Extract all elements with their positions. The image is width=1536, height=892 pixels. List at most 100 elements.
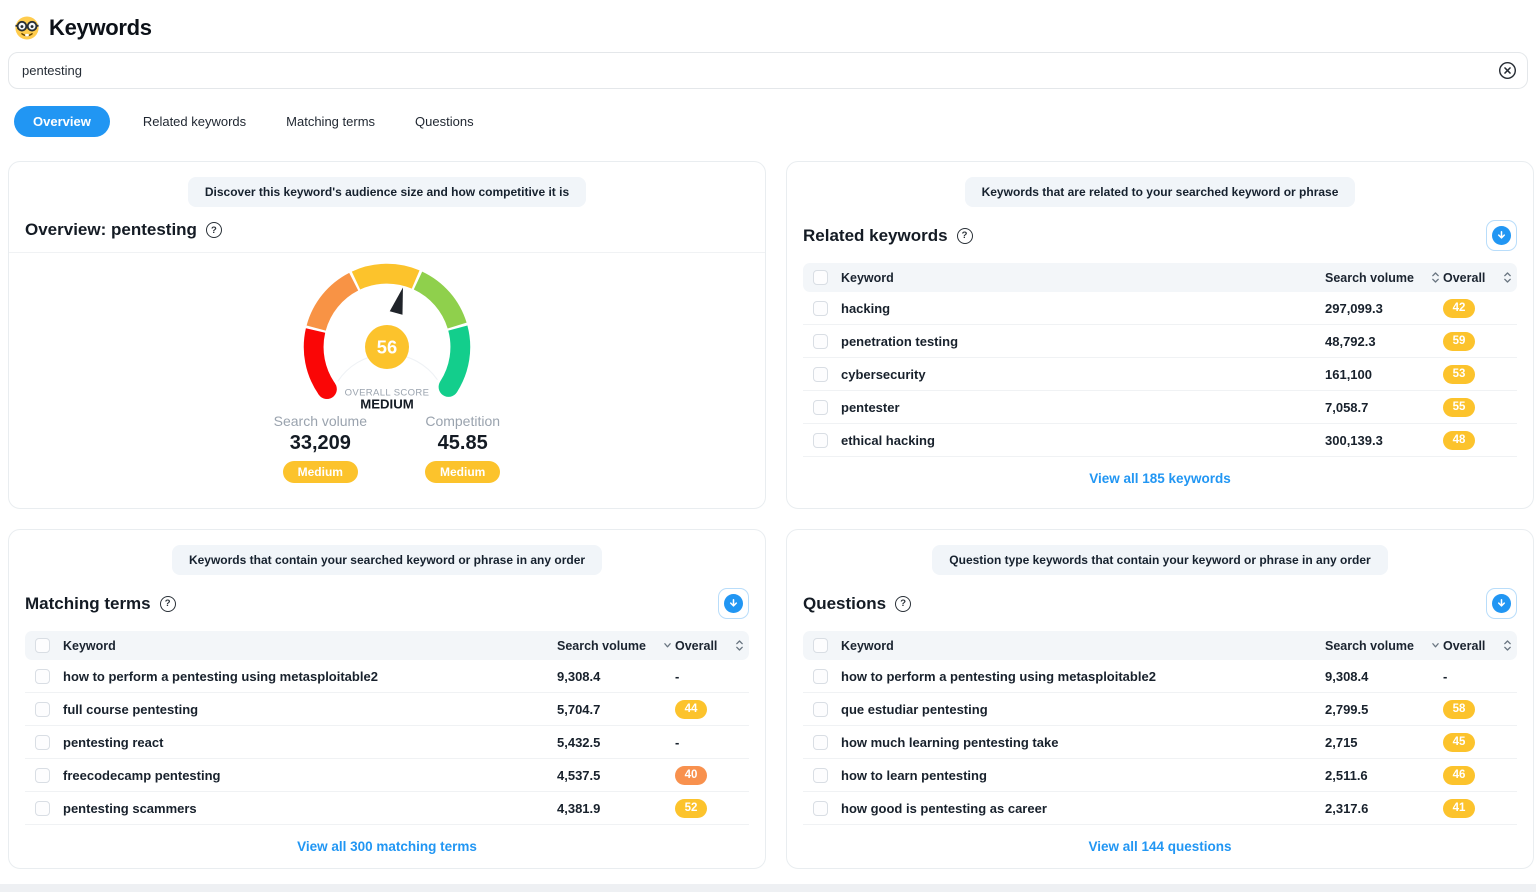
download-button[interactable] <box>1486 220 1517 251</box>
sort-both-icon[interactable] <box>1431 271 1440 284</box>
row-checkbox[interactable] <box>813 367 828 382</box>
clear-search-button[interactable] <box>1498 61 1517 80</box>
download-icon <box>1492 594 1511 613</box>
row-checkbox[interactable] <box>35 768 50 783</box>
sort-desc-icon[interactable] <box>663 642 672 649</box>
search-volume-cell: 5,704.7 <box>557 702 675 717</box>
table-row: how to perform a pentesting using metasp… <box>25 660 749 693</box>
row-checkbox[interactable] <box>35 801 50 816</box>
search-volume-cell: 4,381.9 <box>557 801 675 816</box>
row-checkbox[interactable] <box>35 735 50 750</box>
search-volume-cell: 2,715 <box>1325 735 1443 750</box>
related-keywords-card: Keywords that are related to your search… <box>786 161 1534 509</box>
select-all-checkbox[interactable] <box>813 270 828 285</box>
keyword-cell: full course pentesting <box>63 702 557 717</box>
keyword-cell: how to perform a pentesting using metasp… <box>841 669 1325 684</box>
overview-card-title: Overview: pentesting <box>25 220 197 240</box>
overview-hint: Discover this keyword's audience size an… <box>188 177 586 207</box>
page-title: Keywords <box>49 15 152 41</box>
table-row: pentesting scammers 4,381.9 52 <box>25 792 749 825</box>
column-search-volume: Search volume <box>557 639 646 653</box>
search-volume-cell: 9,308.4 <box>1325 669 1443 684</box>
download-button[interactable] <box>718 588 749 619</box>
metric-value: 45.85 <box>425 432 500 455</box>
table-row: pentesting react 5,432.5 - <box>25 726 749 759</box>
overview-card: Discover this keyword's audience size an… <box>8 161 766 509</box>
gauge-chart: 56 OVERALL SCORE MEDIUM <box>277 259 497 413</box>
search-volume-cell: 4,537.5 <box>557 768 675 783</box>
table-row: freecodecamp pentesting 4,537.5 40 <box>25 759 749 792</box>
table-row: full course pentesting 5,704.7 44 <box>25 693 749 726</box>
column-keyword: Keyword <box>63 639 557 653</box>
row-checkbox[interactable] <box>813 801 828 816</box>
gauge-metrics: Search volume 33,209 Medium Competition … <box>274 413 501 483</box>
search-volume-cell: 2,317.6 <box>1325 801 1443 816</box>
overall-empty: - <box>675 669 679 684</box>
row-checkbox[interactable] <box>813 768 828 783</box>
keyword-cell: freecodecamp pentesting <box>63 768 557 783</box>
tab-related-keywords[interactable]: Related keywords <box>136 106 253 137</box>
help-icon[interactable]: ? <box>160 596 176 612</box>
search-volume-cell: 2,511.6 <box>1325 768 1443 783</box>
tab-questions[interactable]: Questions <box>408 106 481 137</box>
search-volume-cell: 161,100 <box>1325 367 1443 382</box>
row-checkbox[interactable] <box>813 334 828 349</box>
gauge-needle <box>390 286 410 315</box>
search-volume-cell: 48,792.3 <box>1325 334 1443 349</box>
tab-matching-terms[interactable]: Matching terms <box>279 106 382 137</box>
help-icon[interactable]: ? <box>895 596 911 612</box>
overall-score-badge: 45 <box>1443 733 1475 752</box>
table-row: ethical hacking 300,139.3 48 <box>803 424 1517 457</box>
competition-metric: Competition 45.85 Medium <box>425 413 500 483</box>
keyword-cell: how good is pentesting as career <box>841 801 1325 816</box>
search-volume-cell: 7,058.7 <box>1325 400 1443 415</box>
keyword-cell: penetration testing <box>841 334 1325 349</box>
keyword-cell: how to perform a pentesting using metasp… <box>63 669 557 684</box>
table-row: cybersecurity 161,100 53 <box>803 358 1517 391</box>
column-overall: Overall <box>675 639 717 653</box>
row-checkbox[interactable] <box>35 669 50 684</box>
overall-score-badge: 46 <box>1443 766 1475 785</box>
download-icon <box>1492 226 1511 245</box>
matching-terms-card: Keywords that contain your searched keyw… <box>8 529 766 869</box>
table-row: que estudiar pentesting 2,799.5 58 <box>803 693 1517 726</box>
row-checkbox[interactable] <box>813 669 828 684</box>
search-volume-cell: 2,799.5 <box>1325 702 1443 717</box>
search-input[interactable] <box>22 63 1498 78</box>
cards-grid: Discover this keyword's audience size an… <box>0 137 1536 869</box>
circle-x-icon <box>1498 61 1517 80</box>
table-header: Keyword Search volume Overall <box>803 263 1517 292</box>
view-all-matching-terms-link[interactable]: View all 300 matching terms <box>9 839 765 854</box>
overall-score-badge: 42 <box>1443 299 1475 318</box>
keyword-cell: how to learn pentesting <box>841 768 1325 783</box>
row-checkbox[interactable] <box>35 702 50 717</box>
gauge-level: MEDIUM <box>360 397 413 412</box>
help-icon[interactable]: ? <box>206 222 222 238</box>
tab-overview[interactable]: Overview <box>14 106 110 137</box>
search-volume-cell: 5,432.5 <box>557 735 675 750</box>
help-icon[interactable]: ? <box>957 228 973 244</box>
select-all-checkbox[interactable] <box>35 638 50 653</box>
view-all-questions-link[interactable]: View all 144 questions <box>787 839 1533 854</box>
row-checkbox[interactable] <box>813 735 828 750</box>
overall-score-badge: 48 <box>1443 431 1475 450</box>
view-all-keywords-link[interactable]: View all 185 keywords <box>787 471 1533 486</box>
sort-desc-icon[interactable] <box>1431 642 1440 649</box>
keyword-cell: ethical hacking <box>841 433 1325 448</box>
table-row: how much learning pentesting take 2,715 … <box>803 726 1517 759</box>
search-bar <box>8 52 1528 89</box>
row-checkbox[interactable] <box>813 400 828 415</box>
row-checkbox[interactable] <box>813 433 828 448</box>
sort-both-icon[interactable] <box>1503 639 1512 652</box>
download-button[interactable] <box>1486 588 1517 619</box>
select-all-checkbox[interactable] <box>813 638 828 653</box>
sort-both-icon[interactable] <box>735 639 744 652</box>
sort-both-icon[interactable] <box>1503 271 1512 284</box>
download-icon <box>724 594 743 613</box>
overall-score-badge: 53 <box>1443 365 1475 384</box>
metric-level-badge: Medium <box>283 461 358 483</box>
row-checkbox[interactable] <box>813 702 828 717</box>
table-row: how good is pentesting as career 2,317.6… <box>803 792 1517 825</box>
overall-score-badge: 55 <box>1443 398 1475 417</box>
row-checkbox[interactable] <box>813 301 828 316</box>
